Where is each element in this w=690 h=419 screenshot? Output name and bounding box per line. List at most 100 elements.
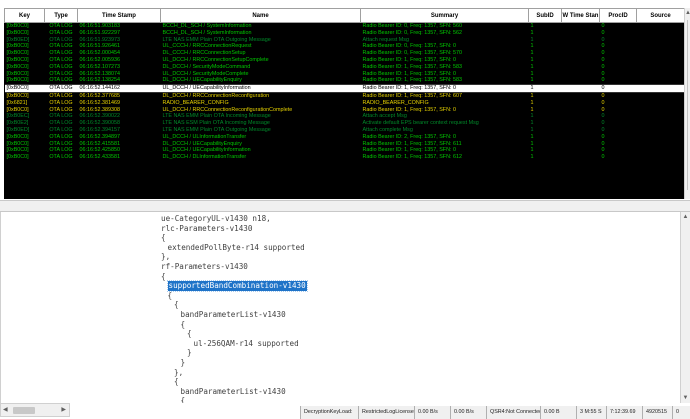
log-row[interactable]: [0xB0C0] OTA LOG 06:16:52.433581 DL_DCCH / …	[5, 154, 685, 161]
log-cell-source	[637, 30, 685, 37]
tree-line[interactable]: {	[181, 396, 186, 403]
tree-line[interactable]: {	[161, 272, 166, 282]
log-row[interactable]: [0xB0ED] OTA LOG 06:16:52.394157 LTE NAS EM…	[5, 127, 685, 134]
log-cell-source	[637, 92, 685, 99]
selected-tree-node[interactable]: supportedBandCombination-v1430	[166, 280, 308, 293]
log-cell-name: UL_DCCH / RRCConnectionReconfigurationCo…	[162, 106, 293, 113]
log-row[interactable]: [0xB0C0] OTA LOG 06:16:52.394897 UL_DCCH / …	[5, 134, 685, 141]
tree-line[interactable]: {	[187, 329, 192, 339]
log-cell-name: BCCH_DL_SCH / SystemInformation	[162, 29, 252, 36]
log-cell-subid: 1	[530, 50, 534, 57]
tree-line[interactable]: },	[161, 252, 170, 262]
log-row[interactable]: [0xB0C0] OTA LOG 06:16:52.389308 UL_DCCH / …	[5, 107, 685, 114]
log-cell-ts: 06:16:51.926461	[79, 43, 120, 50]
log-row[interactable]: [0xB0C0] OTA LOG 06:16:51.922297 BCCH_DL_SC…	[5, 30, 685, 37]
pane-splitter[interactable]	[0, 200, 690, 212]
log-row[interactable]: [0xB0C0] OTA LOG 06:16:52.377685 DL_DCCH / …	[5, 92, 685, 99]
log-cell-type: OTA LOG	[49, 92, 73, 99]
log-row[interactable]: [0xB0C0] OTA LOG 06:16:52.107273 DL_DCCH / …	[5, 64, 685, 71]
log-cell-type: OTA LOG	[49, 56, 73, 63]
log-cell-wts	[562, 127, 600, 134]
log-cell-name: DL_DCCH / UECapabilityEnquiry	[162, 140, 242, 147]
column-header-name[interactable]: Name	[160, 8, 361, 23]
column-header-source[interactable]: Source	[636, 8, 684, 23]
log-cell-procid: 0	[601, 29, 605, 36]
log-cell-summary: Radio Bearer ID: 0, Freq: 1357, SFN: 0	[362, 43, 456, 50]
log-cell-ts: 06:16:52.138254	[79, 77, 120, 84]
horizontal-scrollbar-thumb[interactable]	[13, 407, 35, 414]
log-cell-subid: 1	[530, 147, 534, 154]
log-cell-procid: 0	[601, 120, 605, 127]
column-header-type[interactable]: Type	[44, 8, 78, 23]
log-scrollbar-thumb[interactable]	[687, 20, 688, 190]
log-cell-name: DL_DCCH / RRCConnectionReconfiguration	[162, 92, 270, 99]
log-row[interactable]: [0xB0C0] OTA LOG 06:16:52.415581 DL_DCCH / …	[5, 141, 685, 148]
log-row[interactable]: [0xB0C0] OTA LOG 06:16:52.425850 UL_DCCH / …	[5, 147, 685, 154]
log-vertical-scrollbar[interactable]: ▲	[684, 8, 690, 199]
tree-line[interactable]: }	[181, 358, 186, 368]
tree-line[interactable]: },	[174, 368, 183, 378]
tree-line[interactable]: {	[181, 320, 186, 330]
column-header-summary[interactable]: Summary	[360, 8, 529, 23]
log-row[interactable]: [0xB0C0] OTA LOG 06:16:52.138074 UL_DCCH / …	[5, 71, 685, 78]
log-cell-source	[637, 147, 685, 154]
tree-line[interactable]: rlc-Parameters-v1430	[161, 224, 252, 234]
detail-vertical-scrollbar[interactable]: ▲ ▼	[680, 212, 690, 403]
log-cell-key: [0xB0C0]	[6, 133, 29, 140]
log-cell-subid: 1	[530, 56, 534, 63]
log-cell-procid: 0	[601, 154, 605, 161]
log-row[interactable]: [0x6821] OTA LOG 06:16:52.381469 RADIO_BEAR…	[5, 100, 685, 107]
log-cell-summary: Radio Bearer ID: 1, Freq: 1357, SFN: 0	[362, 106, 456, 113]
tree-line[interactable]: ul-256QAM-r14 supported	[194, 339, 299, 349]
column-header-procid[interactable]: ProcID	[599, 8, 637, 23]
scroll-down-icon[interactable]: ▼	[681, 393, 690, 403]
log-row[interactable]: [0xB0C0] OTA LOG 06:16:51.903183 BCCH_DL_SC…	[5, 23, 685, 30]
tree-line[interactable]: }	[187, 348, 192, 358]
tree-line[interactable]: ue-CategoryUL-v1430 n18,	[161, 214, 271, 224]
status-cell: 0	[672, 406, 690, 419]
log-cell-subid: 1	[530, 126, 534, 133]
log-cell-procid: 0	[601, 113, 605, 120]
log-cell-name: UL_DCCH / SecurityModeComplete	[162, 70, 249, 77]
log-cell-key: [0xB0C0]	[6, 63, 29, 70]
log-cell-procid: 0	[601, 56, 605, 63]
scroll-right-icon[interactable]: ▶	[61, 406, 66, 413]
column-header-time-stamp[interactable]: Time Stamp	[77, 8, 161, 23]
column-header-key[interactable]: Key	[4, 8, 45, 23]
message-detail-pane[interactable]: ue-CategoryUL-v1430 n18, rlc-Parameters-v…	[0, 212, 680, 403]
column-header-subid[interactable]: SubID	[528, 8, 562, 23]
log-row[interactable]: [0xB0ED] OTA LOG 06:16:51.923973 LTE NAS EM…	[5, 37, 685, 44]
log-row[interactable]: [0xB0C0] OTA LOG 06:16:52.005936 UL_DCCH / …	[5, 57, 685, 64]
scroll-left-icon[interactable]: ◀	[3, 406, 8, 413]
log-row[interactable]: [0xB0EC] OTA LOG 06:16:52.390022 LTE NAS EM…	[5, 113, 685, 120]
tree-line[interactable]: bandParameterList-v1430	[181, 387, 286, 397]
log-cell-subid: 1	[530, 70, 534, 77]
log-cell-source	[637, 50, 685, 57]
tree-line[interactable]: {	[174, 377, 179, 387]
log-cell-name: UL_DCCH / UECapabilityInformation	[162, 147, 251, 154]
log-cell-wts	[562, 120, 600, 127]
log-row[interactable]: [0xB0C0] OTA LOG 06:16:52.000454 DL_CCCH / …	[5, 50, 685, 57]
log-cell-ts: 06:16:52.107273	[79, 63, 120, 70]
tree-line[interactable]: rf-Parameters-v1430	[161, 262, 248, 272]
log-row[interactable]: [0xB0C0] OTA LOG 06:16:52.144162 UL_DCCH / …	[4, 84, 684, 93]
log-cell-ts: 06:16:51.923973	[79, 36, 120, 43]
log-row[interactable]: [0xB0C0] OTA LOG 06:16:52.138254 DL_DCCH / …	[5, 77, 685, 84]
log-cell-key: [0xB0C0]	[6, 154, 29, 161]
column-header-w-time-stan[interactable]: W Time Stan	[561, 8, 600, 23]
tree-line[interactable]: {	[174, 300, 179, 310]
scroll-up-icon[interactable]: ▲	[681, 212, 690, 222]
log-cell-ts: 06:16:52.394897	[79, 133, 120, 140]
log-cell-wts	[562, 71, 600, 78]
log-view-pane[interactable]: Key Type Time Stamp Name Summary SubID W Time …	[4, 8, 684, 199]
scroll-up-icon[interactable]: ▲	[685, 8, 690, 18]
log-row[interactable]: [0xB0E2] OTA LOG 06:16:52.390058 LTE NAS ES…	[5, 120, 685, 127]
tree-line[interactable]: {	[161, 233, 166, 243]
tree-line[interactable]: {	[168, 291, 173, 301]
tree-line[interactable]: extendedPollByte-r14 supported	[168, 243, 305, 253]
tree-line[interactable]: bandParameterList-v1430	[181, 310, 286, 320]
log-row[interactable]: [0xB0C0] OTA LOG 06:16:51.926461 UL_CCCH / …	[5, 43, 685, 50]
horizontal-scrollbar[interactable]: ◀ ▶	[0, 403, 70, 417]
status-cell: QSR4:Not Connected	[486, 406, 540, 419]
log-cell-type: OTA LOG	[49, 106, 73, 113]
